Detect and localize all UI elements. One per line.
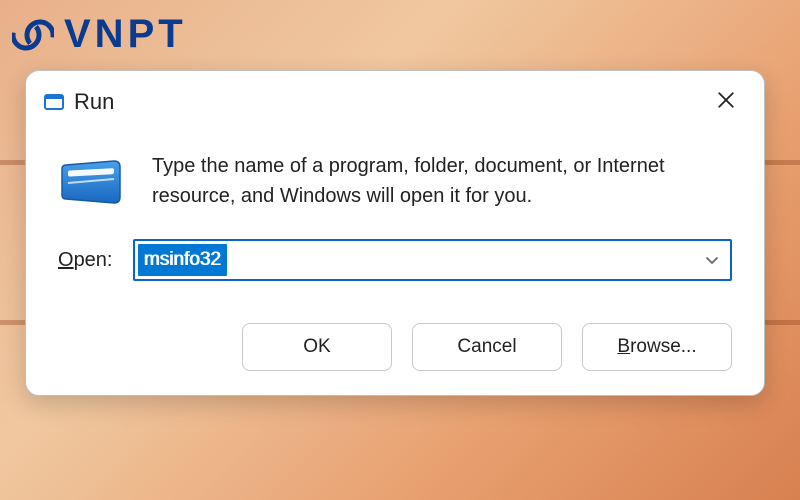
open-row: Open: msinfo32 [26, 221, 764, 309]
button-row: OK Cancel Browse... [26, 309, 764, 395]
titlebar: Run [26, 71, 764, 127]
run-large-icon [58, 157, 126, 211]
close-button[interactable] [706, 84, 746, 120]
dialog-title: Run [74, 89, 114, 115]
open-label: Open: [58, 249, 113, 272]
run-icon [44, 93, 64, 111]
vnpt-logo-icon [12, 14, 54, 56]
close-icon [717, 89, 735, 115]
cancel-button[interactable]: Cancel [412, 323, 562, 371]
open-combobox[interactable]: msinfo32 [133, 239, 733, 281]
browse-button[interactable]: Browse... [582, 323, 732, 371]
dialog-body: Type the name of a program, folder, docu… [26, 127, 764, 221]
run-dialog: Run Type the name of a program, fo [25, 70, 765, 396]
vnpt-logo-text: VNPT [64, 12, 187, 57]
ok-button[interactable]: OK [242, 323, 392, 371]
vnpt-logo: VNPT [12, 12, 187, 57]
open-input[interactable] [135, 241, 731, 279]
dialog-description: Type the name of a program, folder, docu… [152, 151, 732, 211]
